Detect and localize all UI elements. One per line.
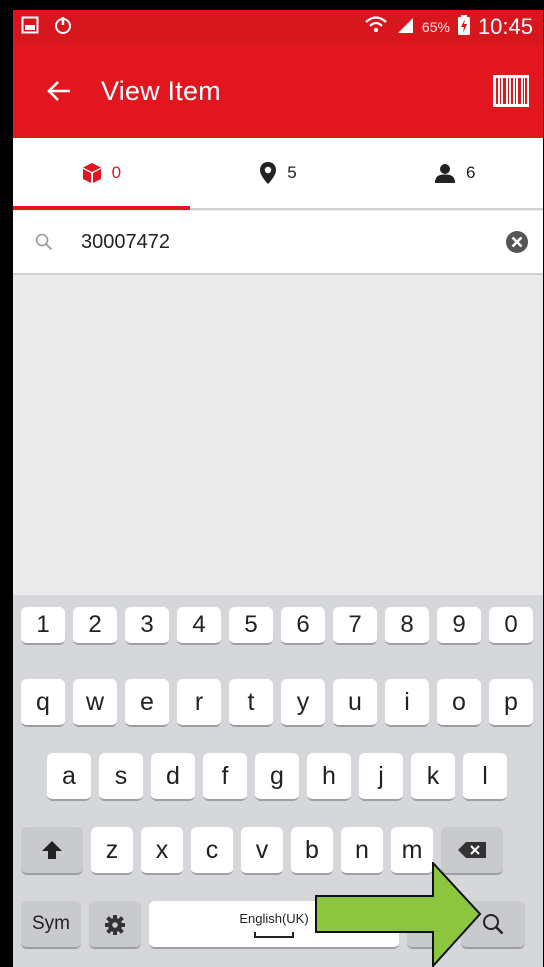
key-e[interactable]: e [125, 679, 169, 727]
shift-key[interactable] [21, 827, 83, 875]
package-icon [82, 163, 101, 183]
key-b[interactable]: b [291, 827, 333, 875]
app-bar: View Item [13, 44, 543, 138]
location-pin-icon [260, 162, 277, 184]
space-bar-icon [254, 931, 294, 938]
key-o[interactable]: o [437, 679, 481, 727]
clear-search-button[interactable] [505, 230, 529, 254]
key-t[interactable]: t [229, 679, 273, 727]
key-9[interactable]: 9 [437, 607, 481, 645]
key-1[interactable]: 1 [21, 607, 65, 645]
key-s[interactable]: s [99, 753, 143, 801]
barcode-icon [493, 75, 529, 107]
dot-key[interactable] [407, 901, 453, 949]
arrow-left-icon [47, 81, 70, 101]
key-d[interactable]: d [151, 753, 195, 801]
space-key[interactable]: English(UK) [149, 901, 399, 949]
backspace-icon [458, 842, 486, 858]
key-x[interactable]: x [141, 827, 183, 875]
key-u[interactable]: u [333, 679, 377, 727]
phone-screen: 65% 10:45 View Item 0 5 6 30007472 1 2 3… [13, 10, 543, 967]
search-icon [483, 914, 504, 935]
tab-items-count: 0 [111, 163, 122, 182]
tab-locations-count: 5 [287, 163, 297, 182]
key-r[interactable]: r [177, 679, 221, 727]
key-0[interactable]: 0 [489, 607, 533, 645]
key-i[interactable]: i [385, 679, 429, 727]
key-g[interactable]: g [255, 753, 299, 801]
person-icon [434, 164, 455, 183]
tab-people-count: 6 [465, 163, 476, 182]
key-y[interactable]: y [281, 679, 325, 727]
keyboard-row-1: q w e r t y u i o p [13, 679, 543, 729]
power-notification-icon [53, 15, 73, 40]
battery-charging-icon [457, 14, 470, 40]
key-2[interactable]: 2 [73, 607, 117, 645]
search-icon [35, 233, 61, 251]
number-row: 1 2 3 4 5 6 7 8 9 0 [13, 607, 543, 647]
on-screen-keyboard: 1 2 3 4 5 6 7 8 9 0 q w e r t y u i o p … [13, 595, 543, 967]
key-n[interactable]: n [341, 827, 383, 875]
image-notification-icon [21, 16, 39, 39]
search-bar [13, 211, 543, 275]
sym-key[interactable]: Sym [21, 901, 81, 949]
key-w[interactable]: w [73, 679, 117, 727]
tab-people[interactable]: 6 [366, 138, 543, 208]
battery-percent: 65% [421, 19, 450, 35]
settings-key[interactable] [89, 901, 141, 949]
search-key[interactable] [461, 901, 525, 949]
key-3[interactable]: 3 [125, 607, 169, 645]
page-title: View Item [101, 75, 221, 106]
clear-icon [506, 231, 528, 253]
keyboard-row-3: z x c v b n m [13, 827, 543, 877]
tab-locations[interactable]: 5 [190, 138, 367, 208]
key-k[interactable]: k [411, 753, 455, 801]
space-language-label: English(UK) [239, 910, 309, 926]
search-input[interactable] [81, 230, 461, 254]
back-button[interactable] [29, 61, 89, 121]
wifi-icon [364, 15, 388, 40]
key-v[interactable]: v [241, 827, 283, 875]
key-f[interactable]: f [203, 753, 247, 801]
results-area [13, 276, 543, 595]
key-m[interactable]: m [391, 827, 433, 875]
tab-items[interactable]: 0 [13, 138, 190, 210]
keyboard-row-2: a s d f g h j k l [13, 753, 543, 803]
key-h[interactable]: h [307, 753, 351, 801]
clock: 10:45 [477, 14, 533, 39]
key-8[interactable]: 8 [385, 607, 429, 645]
key-a[interactable]: a [47, 753, 91, 801]
gear-icon [105, 915, 125, 935]
key-p[interactable]: p [489, 679, 533, 727]
key-5[interactable]: 5 [229, 607, 273, 645]
tab-bar: 0 5 6 [13, 138, 543, 210]
key-7[interactable]: 7 [333, 607, 377, 645]
shift-arrow-icon [42, 841, 62, 859]
key-z[interactable]: z [91, 827, 133, 875]
keyboard-row-4: Sym English(UK) [13, 901, 543, 951]
signal-icon [396, 16, 414, 39]
key-c[interactable]: c [191, 827, 233, 875]
key-q[interactable]: q [21, 679, 65, 727]
key-l[interactable]: l [463, 753, 507, 801]
barcode-scan-button[interactable] [489, 69, 533, 113]
status-bar: 65% 10:45 [13, 10, 543, 44]
key-6[interactable]: 6 [281, 607, 325, 645]
backspace-key[interactable] [441, 827, 503, 875]
key-4[interactable]: 4 [177, 607, 221, 645]
key-j[interactable]: j [359, 753, 403, 801]
